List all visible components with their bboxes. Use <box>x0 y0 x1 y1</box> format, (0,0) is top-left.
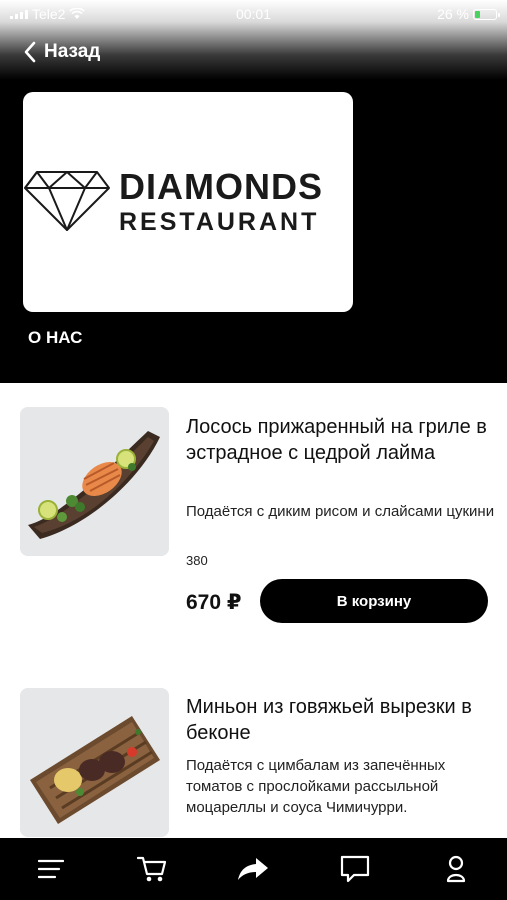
logo-subtitle: RESTAURANT <box>119 208 320 236</box>
signal-icon <box>10 9 28 19</box>
dish-photo-mignon[interactable] <box>20 688 169 837</box>
dish-photo-salmon[interactable] <box>20 407 169 556</box>
carrier-group: Tele2 <box>10 6 86 22</box>
bottom-tab-bar <box>0 838 507 900</box>
dish-price: 670 ₽ <box>186 591 242 614</box>
dish-title: Лосось прижаренный на гриле в эстрадное … <box>186 416 487 464</box>
chat-icon <box>340 855 369 883</box>
add-to-cart-button[interactable]: В корзину <box>260 579 488 623</box>
back-button[interactable]: Назад <box>24 38 100 66</box>
restaurant-header: Tele2 00:01 26 % Назад DIAMONDS RESTAURA… <box>0 0 507 383</box>
cart-icon <box>137 856 167 882</box>
tab-cart[interactable] <box>122 844 182 894</box>
battery-percent: 26 % <box>437 6 469 22</box>
tab-menu[interactable] <box>21 844 81 894</box>
logo-title: DIAMONDS <box>119 166 323 207</box>
tab-share[interactable] <box>223 844 283 894</box>
share-icon <box>238 858 269 880</box>
battery-icon <box>473 8 500 20</box>
dish-description: Подаётся с диким рисом и слайсами цукини <box>186 503 495 520</box>
battery-group: 26 % <box>437 6 500 22</box>
tab-profile[interactable] <box>426 844 486 894</box>
chevron-left-icon <box>24 41 36 63</box>
salmon-dish-image <box>20 407 169 556</box>
menu-icon <box>37 859 64 879</box>
status-bar: Tele2 00:01 26 % <box>0 0 507 28</box>
tab-chat[interactable] <box>325 844 385 894</box>
about-link[interactable]: О НАС <box>28 328 82 348</box>
back-label: Назад <box>44 41 101 62</box>
wifi-icon <box>69 8 86 19</box>
carrier-name: Tele2 <box>32 6 66 22</box>
diamond-logo-icon <box>24 171 110 231</box>
dish-description: Подаётся с цимбалам из запечённых томато… <box>186 757 446 816</box>
dish-title: Миньон из говяжьей вырезки в беконе <box>186 696 472 744</box>
profile-icon <box>447 855 466 883</box>
dish-weight: 380 <box>186 553 208 568</box>
mignon-dish-image <box>20 688 169 837</box>
restaurant-logo: DIAMONDS RESTAURANT <box>23 92 353 312</box>
